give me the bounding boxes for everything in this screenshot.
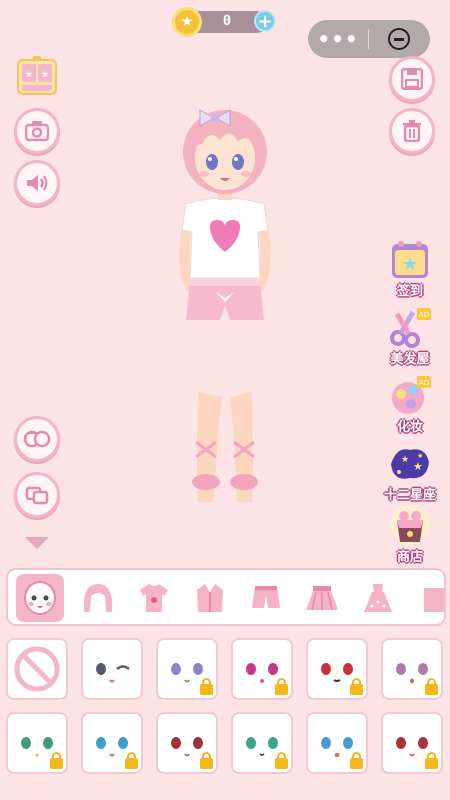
category-more[interactable] xyxy=(410,574,444,622)
ad-badge: AD xyxy=(419,379,429,387)
feature-label: 签到 xyxy=(396,284,423,299)
dress-icon xyxy=(364,584,392,612)
lock-icon xyxy=(350,678,363,695)
save-icon xyxy=(401,68,423,90)
face-thumbnail xyxy=(96,663,130,683)
face-icon xyxy=(24,581,56,615)
lock-icon xyxy=(50,752,63,769)
lock-icon xyxy=(275,678,288,695)
camera-button[interactable] xyxy=(14,108,60,154)
add-coins-button[interactable]: + xyxy=(254,10,276,32)
face-option[interactable] xyxy=(231,712,293,774)
skirt-icon xyxy=(306,586,338,611)
shop-button[interactable]: 商店 xyxy=(382,504,438,568)
lock-icon xyxy=(425,752,438,769)
face-option[interactable] xyxy=(156,712,218,774)
face-option[interactable] xyxy=(381,712,443,774)
trash-icon xyxy=(403,120,421,142)
feature-label: 美发屋 xyxy=(390,352,430,367)
lock-icon xyxy=(425,678,438,695)
jacket-icon xyxy=(197,584,223,612)
svg-text:★: ★ xyxy=(417,452,423,460)
face-option[interactable] xyxy=(306,712,368,774)
collapse-arrow-icon xyxy=(25,537,49,549)
category-skirt[interactable] xyxy=(298,574,346,622)
face-option[interactable] xyxy=(306,638,368,700)
wardrobe-icon: ★ ★ xyxy=(17,56,57,95)
category-bar xyxy=(6,568,446,626)
mini-program-capsule: ••• xyxy=(308,20,430,58)
svg-text:★: ★ xyxy=(25,70,33,80)
face-option[interactable] xyxy=(81,638,143,700)
lock-icon xyxy=(200,752,213,769)
face-swap-button[interactable] xyxy=(14,416,60,462)
face-option[interactable] xyxy=(381,638,443,700)
checkin-button[interactable]: ★ 签到 xyxy=(382,238,438,302)
constellation-icon: ★ ★ ★ xyxy=(391,449,429,479)
gift-bag-icon xyxy=(390,505,430,545)
svg-text:★: ★ xyxy=(41,70,49,80)
item-none[interactable] xyxy=(6,638,68,700)
hair-salon-button[interactable]: AD 美发屋 xyxy=(382,306,438,370)
makeup-palette-icon: AD xyxy=(392,376,431,414)
shorts-icon xyxy=(252,586,280,608)
lock-icon xyxy=(350,752,363,769)
face-swap-icon xyxy=(23,430,51,448)
face-option[interactable] xyxy=(6,712,68,774)
delete-button[interactable] xyxy=(389,108,435,154)
save-button[interactable] xyxy=(389,56,435,102)
svg-text:★: ★ xyxy=(401,455,409,465)
makeup-button[interactable]: AD 化妆 xyxy=(382,374,438,438)
tshirt-icon xyxy=(140,584,168,612)
close-circle-icon xyxy=(388,28,410,50)
hair-icon xyxy=(83,584,113,612)
category-jacket[interactable] xyxy=(186,574,234,622)
camera-icon xyxy=(25,121,49,142)
coin-counter: 0 ★ + xyxy=(172,6,276,37)
calendar-star-icon: ★ xyxy=(392,241,428,278)
category-dress[interactable] xyxy=(354,574,402,622)
accessory-icon xyxy=(424,588,444,612)
face-option[interactable] xyxy=(231,638,293,700)
feature-label: 商店 xyxy=(396,550,423,565)
rotate-button[interactable] xyxy=(14,472,60,518)
feature-label: 化妆 xyxy=(396,420,423,435)
lock-icon xyxy=(200,678,213,695)
category-hair[interactable] xyxy=(74,574,122,622)
category-tops[interactable] xyxy=(130,574,178,622)
face-option[interactable] xyxy=(81,712,143,774)
face-option[interactable] xyxy=(156,638,218,700)
collapse-button[interactable] xyxy=(22,534,52,552)
lock-icon xyxy=(125,752,138,769)
sound-icon xyxy=(27,175,48,191)
wardrobe-button[interactable]: ★ ★ xyxy=(14,54,60,100)
svg-text:★: ★ xyxy=(413,460,423,473)
scissors-icon: AD xyxy=(390,308,431,348)
character-avatar xyxy=(179,109,271,502)
close-button[interactable] xyxy=(369,28,429,50)
category-face[interactable] xyxy=(16,574,64,622)
rotate-icon xyxy=(25,486,49,505)
no-item-icon xyxy=(14,646,60,692)
coin-star-icon: ★ xyxy=(172,7,202,37)
sound-button[interactable] xyxy=(14,160,60,206)
zodiac-button[interactable]: ★ ★ ★ 十二星座 xyxy=(382,442,438,506)
ad-badge: AD xyxy=(419,311,429,319)
items-panel xyxy=(0,630,450,800)
feature-label: 十二星座 xyxy=(383,488,436,503)
svg-text:★: ★ xyxy=(402,254,418,275)
more-button[interactable]: ••• xyxy=(308,27,368,51)
lock-icon xyxy=(275,752,288,769)
category-pants[interactable] xyxy=(242,574,290,622)
